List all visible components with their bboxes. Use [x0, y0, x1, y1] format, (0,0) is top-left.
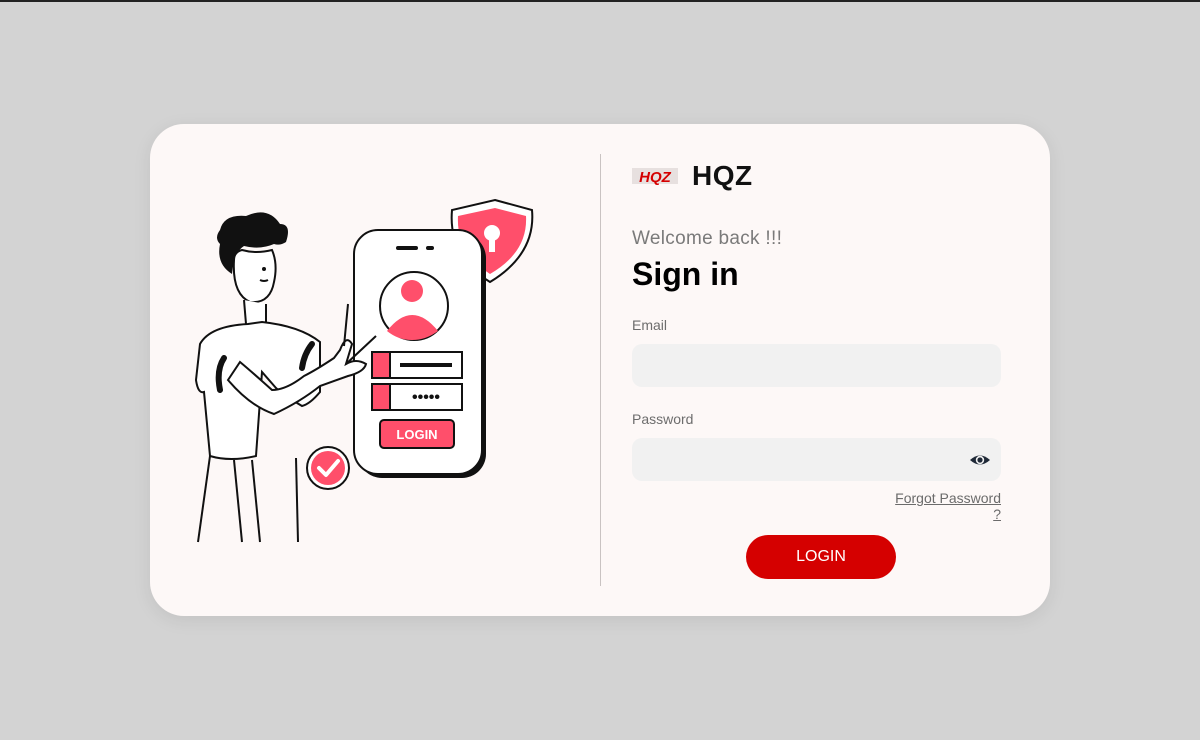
phone-device: ••••• LOGIN [353, 229, 486, 478]
brand: HQZ HQZ [632, 160, 753, 192]
vertical-divider [600, 154, 601, 586]
phone-login-text: LOGIN [396, 427, 437, 442]
password-label: Password [632, 411, 694, 427]
page-title: Sign in [632, 256, 739, 292]
top-border [0, 0, 1200, 2]
password-field[interactable] [632, 438, 1001, 481]
user-avatar-icon [379, 271, 449, 341]
hqz-logo-icon: HQZ [632, 168, 678, 186]
welcome-text: Welcome back !!! [632, 228, 783, 249]
email-label: Email [632, 317, 668, 333]
login-button[interactable]: LOGIN [746, 535, 896, 579]
person-figure [194, 212, 377, 543]
eye-icon[interactable] [968, 448, 992, 472]
brand-name: HQZ [692, 160, 753, 191]
forgot-password-link[interactable]: Forgot Password ? [884, 490, 1001, 522]
phone-password-dots: ••••• [412, 389, 440, 406]
checkmark-icon [306, 446, 350, 490]
hqz-logo-text: HQZ [639, 169, 672, 186]
login-illustration: ••••• LOGIN [194, 198, 534, 543]
email-field[interactable] [632, 344, 1001, 387]
login-card: ••••• LOGIN HQZ HQZ Welcome back !!! Sig… [150, 124, 1050, 616]
